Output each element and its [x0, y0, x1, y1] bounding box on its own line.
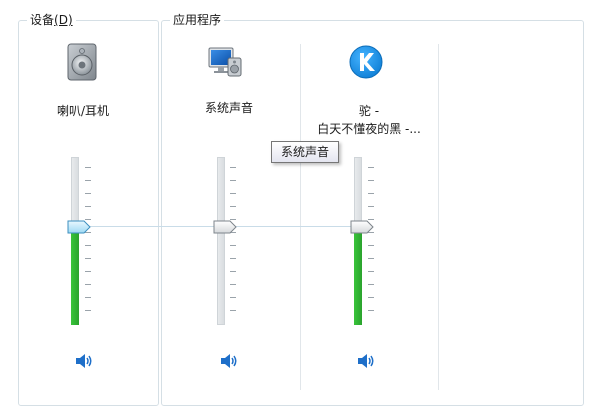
devices-group-title: 设备(D) — [27, 12, 76, 28]
slider-ticks — [368, 167, 374, 322]
peak-meter-app — [354, 157, 362, 325]
applications-group-title: 应用程序 — [170, 12, 225, 28]
app-mute-speaker-icon[interactable] — [356, 352, 376, 370]
peak-meter-system-sounds — [217, 157, 225, 325]
peak-meter-fill — [354, 227, 362, 325]
column-separator — [438, 44, 439, 390]
device-label: 喇叭/耳机 — [56, 104, 110, 118]
app-label-system-sounds: 系统声音 — [204, 101, 253, 115]
system-sounds-icon[interactable] — [206, 42, 246, 82]
slider-ticks — [85, 167, 91, 322]
system-sounds-mute-speaker-icon[interactable] — [219, 352, 239, 370]
device-mute-speaker-icon[interactable] — [74, 352, 94, 370]
device-volume-slider-thumb[interactable] — [67, 220, 91, 234]
app-volume-slider-thumb[interactable] — [350, 220, 374, 234]
column-separator — [300, 44, 301, 390]
app-label-line2: 白天不懂夜的黑 -... — [317, 122, 421, 136]
tooltip: 系统声音 — [271, 141, 339, 163]
kugou-k-icon[interactable] — [346, 42, 386, 82]
peak-meter-device — [71, 157, 79, 325]
speaker-device-icon[interactable] — [62, 42, 102, 82]
slider-ticks — [230, 167, 236, 322]
peak-meter-fill — [71, 227, 79, 325]
app-label-line1: 驼 - — [358, 104, 380, 118]
system-sounds-volume-slider-thumb[interactable] — [213, 220, 237, 234]
